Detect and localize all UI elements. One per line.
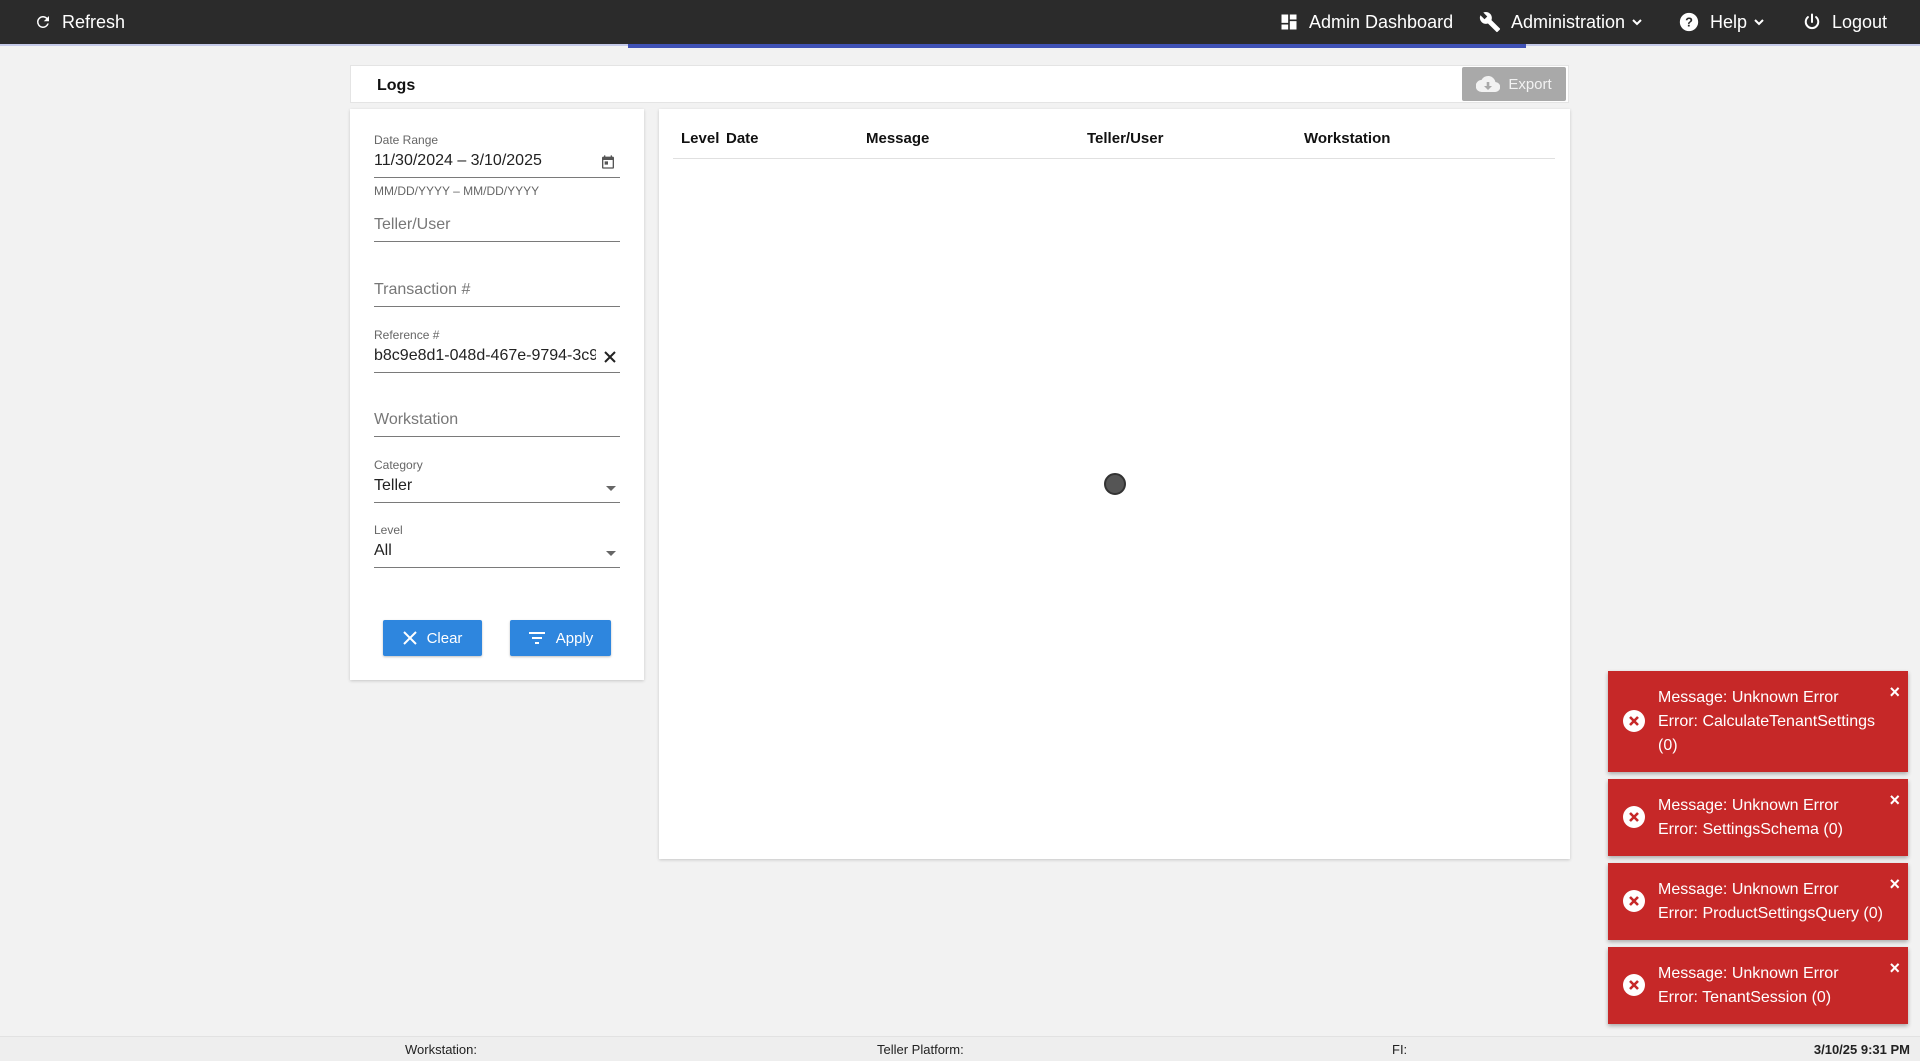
refresh-label: Refresh <box>62 11 126 32</box>
calendar-icon[interactable] <box>600 154 616 170</box>
filter-icon <box>528 632 545 644</box>
help-menu[interactable]: ? Help <box>1678 0 1767 44</box>
teller-user-field[interactable]: Teller/User <box>374 216 620 242</box>
logs-header: Logs Export <box>350 65 1569 103</box>
date-range-label: Date Range <box>374 133 439 147</box>
status-teller-platform: Teller Platform: <box>877 1042 964 1057</box>
toast-line-1: Message: Unknown Error <box>1658 965 1839 982</box>
administration-menu[interactable]: Administration <box>1479 0 1645 44</box>
logout-button[interactable]: Logout <box>1802 0 1887 44</box>
page-title: Logs <box>377 77 416 94</box>
workstation-field[interactable]: Workstation <box>374 411 620 437</box>
reference-label: Reference # <box>374 328 440 342</box>
date-range-field[interactable]: 11/30/2024 – 3/10/2025 <box>374 152 620 178</box>
apply-label: Apply <box>555 629 594 647</box>
toast-message: Message: Unknown Error Error: CalculateT… <box>1658 686 1890 758</box>
close-icon <box>402 631 417 645</box>
toast-message: Message: Unknown Error Error: TenantSess… <box>1658 962 1890 1010</box>
reference-value: b8c9e8d1-048d-467e-9794-3c9 <box>374 347 596 364</box>
logs-table: Level Date Message Teller/User Workstati… <box>659 109 1570 859</box>
error-toast: Message: Unknown Error Error: ProductSet… <box>1608 863 1908 940</box>
transaction-placeholder: Transaction # <box>374 281 471 298</box>
power-icon <box>1804 13 1820 29</box>
category-label: Category <box>374 458 423 472</box>
status-fi: FI: <box>1392 1042 1408 1057</box>
error-toast: Message: Unknown Error Error: CalculateT… <box>1608 671 1908 772</box>
chevron-down-icon <box>1754 19 1764 26</box>
top-navigation-bar: Refresh Admin Dashboard Administration ?… <box>0 0 1920 48</box>
admin-dashboard-link[interactable]: Admin Dashboard <box>1279 0 1453 44</box>
column-header-level[interactable]: Level <box>681 130 719 147</box>
error-icon <box>1623 890 1645 912</box>
refresh-icon <box>36 15 49 28</box>
reference-field[interactable]: b8c9e8d1-048d-467e-9794-3c9 <box>374 347 620 373</box>
close-icon[interactable]: × <box>1889 683 1900 701</box>
logout-label: Logout <box>1832 11 1888 32</box>
toast-line-2: Error: CalculateTenantSettings (0) <box>1658 713 1875 754</box>
loading-progress-bar <box>628 44 1526 48</box>
close-icon[interactable]: × <box>1889 875 1900 893</box>
error-toast: Message: Unknown Error Error: TenantSess… <box>1608 947 1908 1024</box>
error-icon <box>1623 710 1645 732</box>
error-icon <box>1623 806 1645 828</box>
status-bar: Workstation: Teller Platform: FI: 3/10/2… <box>0 1036 1920 1061</box>
toast-line-1: Message: Unknown Error <box>1658 797 1839 814</box>
transaction-field[interactable]: Transaction # <box>374 281 620 307</box>
teller-user-placeholder: Teller/User <box>374 216 451 233</box>
level-value: All <box>374 542 392 559</box>
dashboard-icon <box>1281 14 1297 30</box>
status-datetime: 3/10/25 9:31 PM <box>1813 1042 1910 1057</box>
refresh-button[interactable]: Refresh <box>34 0 125 44</box>
help-icon: ? <box>1679 12 1699 32</box>
cloud-download-icon <box>1476 75 1501 93</box>
clear-button[interactable]: Clear <box>383 620 482 656</box>
date-range-value: 11/30/2024 – 3/10/2025 <box>374 152 542 169</box>
column-header-date[interactable]: Date <box>726 130 759 147</box>
level-label: Level <box>374 523 403 537</box>
column-header-teller-user[interactable]: Teller/User <box>1087 130 1163 147</box>
dropdown-arrow-icon <box>606 486 616 491</box>
clear-label: Clear <box>426 629 463 647</box>
error-toast: Message: Unknown Error Error: SettingsSc… <box>1608 779 1908 856</box>
wrench-icon <box>1479 12 1501 33</box>
toast-line-2: Error: SettingsSchema (0) <box>1658 821 1843 838</box>
admin-dashboard-label: Admin Dashboard <box>1309 11 1454 32</box>
toast-message: Message: Unknown Error Error: SettingsSc… <box>1658 794 1890 842</box>
table-header: Level Date Message Teller/User Workstati… <box>673 109 1555 159</box>
toast-message: Message: Unknown Error Error: ProductSet… <box>1658 878 1890 926</box>
category-select[interactable]: Teller <box>374 477 620 503</box>
error-icon <box>1623 974 1645 996</box>
apply-button[interactable]: Apply <box>510 620 611 656</box>
export-button[interactable]: Export <box>1462 67 1566 101</box>
export-label: Export <box>1508 75 1552 93</box>
column-header-workstation[interactable]: Workstation <box>1304 130 1390 147</box>
level-select[interactable]: All <box>374 542 620 568</box>
toast-line-2: Error: ProductSettingsQuery (0) <box>1658 905 1883 922</box>
toast-line-1: Message: Unknown Error <box>1658 689 1839 706</box>
column-header-message[interactable]: Message <box>866 130 929 147</box>
workstation-placeholder: Workstation <box>374 411 459 428</box>
close-icon[interactable] <box>604 351 616 363</box>
help-label: Help <box>1710 11 1748 32</box>
filter-panel: Date Range 11/30/2024 – 3/10/2025 MM/DD/… <box>350 109 644 680</box>
close-icon[interactable]: × <box>1889 791 1900 809</box>
date-range-hint: MM/DD/YYYY – MM/DD/YYYY <box>374 184 540 198</box>
toast-line-2: Error: TenantSession (0) <box>1658 989 1832 1006</box>
loading-spinner <box>1104 473 1126 495</box>
close-icon[interactable]: × <box>1889 959 1900 977</box>
toast-line-1: Message: Unknown Error <box>1658 881 1839 898</box>
category-value: Teller <box>374 477 413 494</box>
dropdown-arrow-icon <box>606 551 616 556</box>
chevron-down-icon <box>1632 19 1642 26</box>
status-workstation: Workstation: <box>405 1042 478 1057</box>
administration-label: Administration <box>1511 11 1626 32</box>
svg-text:?: ? <box>1685 15 1693 30</box>
